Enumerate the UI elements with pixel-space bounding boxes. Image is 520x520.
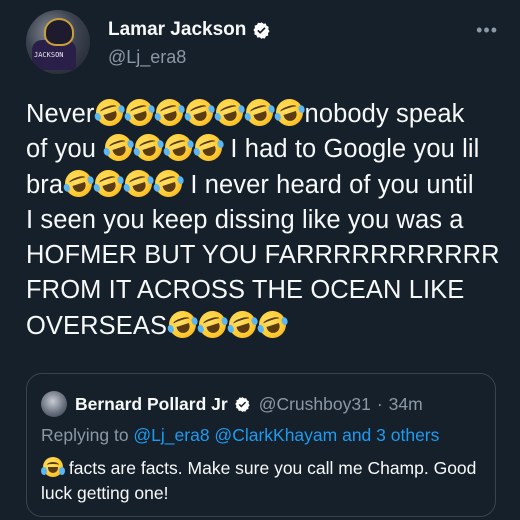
rofl-emoji-icon	[161, 130, 196, 165]
rofl-emoji-icon	[195, 307, 230, 342]
rofl-emoji-icon	[151, 166, 186, 201]
more-horizontal-icon[interactable]: •••	[476, 20, 498, 41]
author-name-row: Lamar Jackson	[108, 19, 271, 41]
laughing-tears-emoji-icon	[40, 457, 65, 477]
quoted-tweet-body: facts are facts. Make sure you call me C…	[41, 458, 477, 503]
rofl-emoji-icon	[191, 130, 226, 165]
author-handle[interactable]: @Lj_era8	[108, 47, 186, 68]
rofl-emoji-icon	[242, 95, 277, 130]
avatar-helmet	[44, 18, 74, 46]
quoted-tweet-text: facts are facts. Make sure you call me C…	[40, 456, 481, 506]
tweet-text-segment: I seen you keep dissing like you was a	[26, 205, 464, 234]
tweet-line: Never nobody speak	[26, 95, 500, 132]
avatar-jersey-text: JACKSON	[34, 51, 64, 59]
tweet-text-segment: HOFMER BUT YOU FARRRRRRRRRRR	[26, 241, 500, 270]
rofl-emoji-icon	[255, 307, 290, 342]
quoted-author-handle[interactable]: @Crushboy31	[259, 394, 371, 415]
tweet-line: FROM IT ACROSS THE OCEAN LIKE	[26, 273, 500, 308]
rofl-emoji-icon	[272, 95, 307, 130]
rofl-emoji-icon	[131, 130, 166, 165]
replying-to-link[interactable]: @Lj_era8 @ClarkKhayam and 3 others	[133, 425, 439, 445]
replying-to-prefix: Replying to	[41, 425, 134, 445]
tweet-line: of you I had to Google you lil	[26, 130, 500, 167]
tweet-text-segment: nobody speak	[304, 100, 465, 128]
rofl-emoji-icon	[92, 95, 127, 130]
quoted-author-avatar[interactable]	[41, 391, 67, 417]
quoted-tweet[interactable]: Bernard Pollard Jr @Crushboy31 · 34m Rep…	[26, 373, 496, 517]
rofl-emoji-icon	[212, 95, 247, 130]
rofl-emoji-icon	[61, 166, 96, 201]
tweet-text-segment: of you	[26, 135, 104, 164]
tweet-text: Never nobody speak of you I had to Google …	[26, 95, 500, 344]
verified-badge-icon	[234, 396, 250, 412]
replying-to: Replying to @Lj_era8 @ClarkKhayam and 3 …	[41, 425, 439, 446]
rofl-emoji-icon	[165, 307, 200, 342]
rofl-emoji-icon	[91, 166, 126, 201]
rofl-emoji-icon	[101, 130, 136, 165]
rofl-emoji-icon	[182, 95, 217, 130]
rofl-emoji-icon	[152, 95, 187, 130]
tweet-line: I seen you keep dissing like you was a	[26, 203, 500, 238]
tweet-line: HOFMER BUT YOU FARRRRRRRRRRR	[26, 238, 500, 273]
tweet-line: OVERSEAS	[26, 307, 500, 344]
quoted-author-name[interactable]: Bernard Pollard Jr	[75, 394, 228, 415]
separator-dot: ·	[376, 393, 383, 414]
tweet-text-segment: I never heard of you until	[183, 170, 474, 199]
tweet-text-segment: I had to Google you lil	[223, 135, 480, 164]
tweet-text-segment: OVERSEAS	[26, 311, 168, 340]
tweet-text-segment: Never	[26, 100, 95, 128]
quoted-tweet-time[interactable]: 34m	[389, 394, 423, 415]
verified-badge-icon	[253, 21, 270, 39]
rofl-emoji-icon	[121, 166, 156, 201]
quoted-tweet-header: Bernard Pollard Jr @Crushboy31 · 34m	[41, 391, 423, 417]
tweet-text-segment: FROM IT ACROSS THE OCEAN LIKE	[26, 276, 465, 305]
tweet-line: bra I never heard of you until	[26, 166, 500, 203]
tweet-text-segment: bra	[26, 170, 64, 199]
rofl-emoji-icon	[225, 307, 260, 342]
author-avatar[interactable]: JACKSON	[26, 10, 90, 74]
rofl-emoji-icon	[122, 95, 157, 130]
tweet-header: JACKSON Lamar Jackson @Lj_era8 •••	[26, 10, 498, 74]
author-name[interactable]: Lamar Jackson	[108, 19, 246, 41]
